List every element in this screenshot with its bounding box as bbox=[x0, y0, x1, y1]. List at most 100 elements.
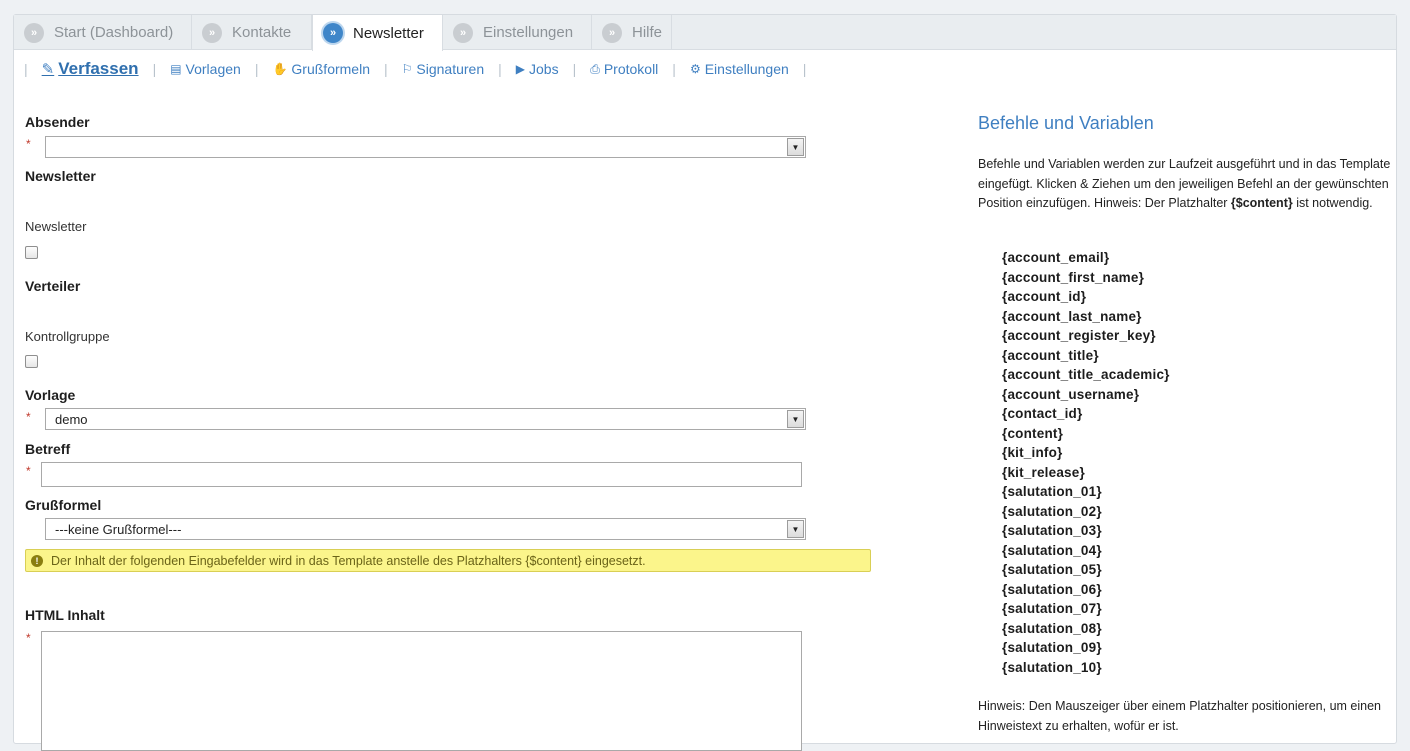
tab-label: Newsletter bbox=[353, 24, 424, 42]
select-value: ---keine Grußformel--- bbox=[55, 521, 182, 537]
tab-dashboard[interactable]: » Start (Dashboard) bbox=[14, 15, 192, 50]
variable-item[interactable]: {account_first_name} bbox=[1002, 268, 1170, 288]
tab-hilfe[interactable]: » Hilfe bbox=[592, 15, 672, 50]
play-icon: ▶ bbox=[515, 62, 525, 76]
variable-item[interactable]: {salutation_08} bbox=[1002, 619, 1170, 639]
bookmark-icon: ⚐ bbox=[401, 62, 413, 76]
subnav-einstellungen[interactable]: ⚙ Einstellungen bbox=[690, 61, 789, 77]
subnav-label: Verfassen bbox=[58, 59, 139, 78]
betreff-label: Betreff bbox=[25, 441, 71, 457]
variable-item[interactable]: {account_register_key} bbox=[1002, 326, 1170, 346]
hover-hint: Hinweis: Den Mauszeiger über einem Platz… bbox=[978, 699, 1381, 733]
variable-item[interactable]: {salutation_06} bbox=[1002, 580, 1170, 600]
absender-label: Absender bbox=[25, 114, 90, 130]
hand-icon: ✋ bbox=[272, 62, 288, 76]
subnav-label: Jobs bbox=[529, 61, 559, 77]
tab-label: Start (Dashboard) bbox=[54, 24, 174, 41]
tab-label: Einstellungen bbox=[483, 24, 574, 41]
variable-item[interactable]: {account_username} bbox=[1002, 385, 1170, 405]
arrow-icon: » bbox=[24, 22, 44, 43]
newsletter-checkbox-label: Newsletter bbox=[25, 219, 87, 234]
variable-item[interactable]: {kit_release} bbox=[1002, 463, 1170, 483]
variable-item[interactable]: {kit_info} bbox=[1002, 443, 1170, 463]
kontrollgruppe-checkbox[interactable] bbox=[25, 355, 38, 368]
required-mark: * bbox=[26, 410, 31, 424]
subnav-verfassen[interactable]: ✎ Verfassen bbox=[42, 59, 139, 79]
variable-item[interactable]: {salutation_02} bbox=[1002, 502, 1170, 522]
dropdown-arrow-icon: ▼ bbox=[787, 520, 804, 538]
subnav-protokoll[interactable]: ⎙ Protokoll bbox=[590, 61, 658, 77]
variable-item[interactable]: {salutation_04} bbox=[1002, 541, 1170, 561]
subnav-label: Grußformeln bbox=[291, 61, 370, 77]
variable-item[interactable]: {salutation_10} bbox=[1002, 658, 1170, 678]
required-mark: * bbox=[26, 137, 31, 151]
subnav-label: Einstellungen bbox=[704, 61, 789, 77]
dropdown-arrow-icon: ▼ bbox=[787, 138, 804, 156]
edit-icon: ✎ bbox=[41, 61, 55, 78]
variable-item[interactable]: {salutation_05} bbox=[1002, 560, 1170, 580]
html-content-textarea[interactable] bbox=[41, 631, 802, 751]
desc-text-end: ist notwendig. bbox=[1292, 196, 1373, 210]
separator: | bbox=[672, 61, 676, 77]
subnav-label: Signaturen bbox=[416, 61, 485, 77]
gears-icon: ⚙ bbox=[689, 62, 701, 76]
variable-item[interactable]: {salutation_07} bbox=[1002, 599, 1170, 619]
variable-item[interactable]: {salutation_01} bbox=[1002, 482, 1170, 502]
subnav-label: Vorlagen bbox=[185, 61, 241, 77]
desc-bold: {$content} bbox=[1230, 196, 1293, 210]
app-frame: » Start (Dashboard) » Kontakte » Newslet… bbox=[13, 14, 1397, 751]
variable-item[interactable]: {salutation_09} bbox=[1002, 638, 1170, 658]
subnav-signaturen[interactable]: ⚐ Signaturen bbox=[402, 61, 484, 77]
variable-item[interactable]: {content} bbox=[1002, 424, 1170, 444]
variable-list: {account_email} {account_first_name} {acco… bbox=[1002, 248, 1170, 677]
variable-item[interactable]: {contact_id} bbox=[1002, 404, 1170, 424]
required-mark: * bbox=[26, 631, 31, 645]
grussformel-label: Grußformel bbox=[25, 497, 102, 513]
tab-label: Kontakte bbox=[232, 24, 292, 41]
subnav-jobs[interactable]: ▶ Jobs bbox=[516, 61, 559, 77]
tab-kontakte[interactable]: » Kontakte bbox=[192, 15, 312, 50]
subnav-grussformeln[interactable]: ✋ Grußformeln bbox=[272, 61, 370, 77]
variable-item[interactable]: {account_title} bbox=[1002, 346, 1170, 366]
variable-item[interactable]: {salutation_03} bbox=[1002, 521, 1170, 541]
absender-select[interactable]: ▼ bbox=[45, 136, 806, 158]
main-tab-bar: » Start (Dashboard) » Kontakte » Newslet… bbox=[14, 15, 1396, 51]
dropdown-arrow-icon: ▼ bbox=[787, 410, 804, 428]
commands-description: Befehle und Variablen werden zur Laufzei… bbox=[978, 155, 1393, 214]
newsletter-checkbox[interactable] bbox=[25, 246, 38, 259]
variable-item[interactable]: {account_title_academic} bbox=[1002, 365, 1170, 385]
separator: | bbox=[254, 61, 259, 77]
print-icon: ⎙ bbox=[590, 61, 600, 76]
required-mark: * bbox=[26, 464, 31, 478]
commands-variables-title: Befehle und Variablen bbox=[978, 113, 1154, 133]
arrow-icon: » bbox=[453, 22, 473, 43]
select-value: demo bbox=[55, 411, 88, 427]
separator: | bbox=[24, 61, 28, 77]
separator: | bbox=[384, 61, 388, 77]
notice-text: Der Inhalt der folgenden Eingabefelder w… bbox=[51, 553, 646, 568]
vorlage-label: Vorlage bbox=[25, 387, 76, 403]
tab-newsletter[interactable]: » Newsletter bbox=[312, 15, 443, 51]
html-inhalt-label: HTML Inhalt bbox=[25, 607, 105, 623]
separator: | bbox=[802, 61, 807, 77]
subnav-label: Protokoll bbox=[603, 61, 659, 77]
info-notice: ! Der Inhalt der folgenden Eingabefelder… bbox=[25, 549, 871, 572]
vorlage-select[interactable]: demo ▼ bbox=[45, 408, 806, 430]
arrow-icon: » bbox=[602, 22, 622, 43]
separator: | bbox=[572, 61, 577, 77]
tab-label: Hilfe bbox=[632, 24, 663, 41]
info-icon: ! bbox=[31, 554, 43, 567]
newsletter-heading: Newsletter bbox=[25, 168, 96, 184]
sub-navigation: | ✎ Verfassen | ▤ Vorlagen | ✋ Grußforme… bbox=[14, 57, 914, 81]
subnav-vorlagen[interactable]: ▤ Vorlagen bbox=[170, 61, 241, 77]
variable-item[interactable]: {account_email} bbox=[1002, 248, 1170, 268]
betreff-input[interactable] bbox=[41, 462, 802, 487]
variable-item[interactable]: {account_last_name} bbox=[1002, 307, 1170, 327]
variable-item[interactable]: {account_id} bbox=[1002, 287, 1170, 307]
kontrollgruppe-label: Kontrollgruppe bbox=[25, 329, 110, 344]
verteiler-heading: Verteiler bbox=[25, 278, 81, 294]
tab-einstellungen[interactable]: » Einstellungen bbox=[443, 15, 592, 50]
arrow-icon: » bbox=[323, 23, 343, 43]
arrow-icon: » bbox=[202, 22, 222, 43]
grussformel-select[interactable]: ---keine Grußformel--- ▼ bbox=[45, 518, 806, 540]
